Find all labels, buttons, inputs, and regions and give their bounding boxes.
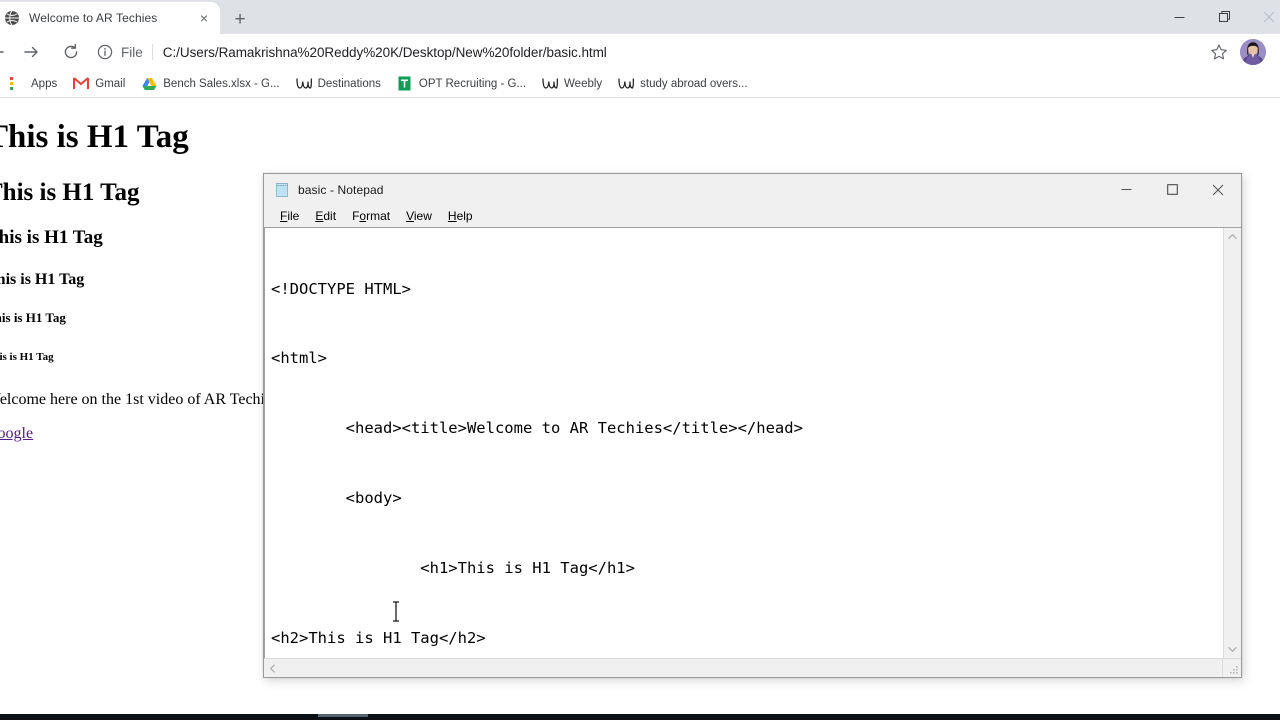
bookmark-item-destinations[interactable]: Destinations xyxy=(289,72,388,96)
browser-tab-active[interactable]: Welcome to AR Techies × xyxy=(0,2,220,34)
weebly-icon xyxy=(618,76,635,92)
page-info-icon[interactable] xyxy=(96,43,114,61)
url-text: C:/Users/Ramakrishna%20Reddy%20K/Desktop… xyxy=(162,44,607,60)
address-bar[interactable]: File C:/Users/Ramakrishna%20Reddy%20K/De… xyxy=(96,38,1198,66)
notepad-window-controls xyxy=(1103,174,1241,205)
bookmark-item-gmail[interactable]: Gmail xyxy=(66,72,132,96)
i-beam-cursor xyxy=(391,601,401,622)
url-scheme-label: File xyxy=(121,44,143,60)
notepad-title: basic - Notepad xyxy=(298,182,384,197)
globe-favicon xyxy=(4,10,20,26)
taskbar-active-indicator xyxy=(318,714,368,717)
code-line: <body> xyxy=(271,489,402,508)
menu-file[interactable]: File xyxy=(272,210,307,222)
bookmark-item-weebly[interactable]: Weebly xyxy=(535,72,609,96)
weebly-icon xyxy=(542,76,559,92)
profile-avatar[interactable] xyxy=(1240,39,1266,65)
notepad-horizontal-scrollbar[interactable] xyxy=(264,659,1223,677)
bookmark-item-bench-sales[interactable]: Bench Sales.xlsx - G... xyxy=(134,72,286,96)
browser-window-controls xyxy=(1156,0,1280,34)
omnibox-divider xyxy=(151,44,153,60)
taskbar-edge xyxy=(0,714,1280,720)
page-google-link[interactable]: Google xyxy=(0,425,33,443)
browser-restore-button[interactable] xyxy=(1202,1,1248,33)
notepad-title-bar[interactable]: basic - Notepad xyxy=(264,174,1241,205)
notepad-body: <!DOCTYPE HTML> <html> <head><title>Welc… xyxy=(264,227,1241,658)
back-arrow-icon[interactable] xyxy=(0,37,12,67)
notepad-text-area[interactable]: <!DOCTYPE HTML> <html> <head><title>Welc… xyxy=(265,228,1223,658)
notepad-window: basic - Notepad File Edit Format View He… xyxy=(263,173,1242,678)
forward-arrow-icon[interactable] xyxy=(16,37,46,67)
notepad-close-button[interactable] xyxy=(1195,174,1241,205)
notepad-minimize-button[interactable] xyxy=(1103,174,1149,205)
bookmarks-bar: Apps Gmail Bench Sales.xlsx - G... Desti… xyxy=(0,70,1280,98)
bookmark-item-study-abroad[interactable]: study abroad overs... xyxy=(611,72,754,96)
viewport-bottom-fill xyxy=(0,706,1280,714)
bookmark-star-icon[interactable] xyxy=(1204,37,1234,67)
menu-edit[interactable]: Edit xyxy=(307,210,344,222)
bookmark-item-opt-recruiting[interactable]: OPT Recruiting - G... xyxy=(390,72,533,96)
google-drive-icon xyxy=(141,76,157,92)
menu-format[interactable]: Format xyxy=(344,210,398,222)
page-heading-h1: This is H1 Tag xyxy=(0,119,189,155)
bookmark-label: study abroad overs... xyxy=(640,77,748,90)
bookmark-label: Gmail xyxy=(95,77,126,90)
code-line: <h1>This is H1 Tag</h1> xyxy=(271,559,635,578)
weebly-icon xyxy=(295,76,312,92)
apps-grid-icon xyxy=(9,76,25,92)
scroll-up-arrow-icon[interactable] xyxy=(1224,228,1241,245)
code-line: <head><title>Welcome to AR Techies</titl… xyxy=(271,419,803,438)
bookmark-label: OPT Recruiting - G... xyxy=(418,77,527,90)
notepad-vertical-scrollbar[interactable] xyxy=(1223,228,1241,658)
browser-tab-title: Welcome to AR Techies xyxy=(29,11,158,25)
bookmark-label: Destinations xyxy=(317,77,381,90)
tab-close-icon[interactable]: × xyxy=(194,8,214,28)
bookmark-label: Weebly xyxy=(564,77,603,90)
bookmark-item-apps[interactable]: Apps xyxy=(2,72,64,96)
new-tab-button[interactable]: + xyxy=(226,5,254,33)
gmail-icon xyxy=(73,76,90,92)
browser-toolbar: File C:/Users/Ramakrishna%20Reddy%20K/De… xyxy=(0,34,1280,70)
window-resize-grip[interactable] xyxy=(1223,659,1241,677)
browser-minimize-button[interactable] xyxy=(1156,1,1202,33)
scroll-down-arrow-icon[interactable] xyxy=(1224,641,1241,658)
scroll-left-arrow-icon[interactable] xyxy=(264,660,281,677)
code-line: <html> xyxy=(271,349,327,368)
bookmark-label: Apps xyxy=(31,77,58,90)
code-line: <h2>This is H1 Tag</h2> xyxy=(271,629,486,648)
code-line: <!DOCTYPE HTML> xyxy=(271,279,411,298)
google-sheets-icon xyxy=(397,76,413,92)
browser-tab-strip: Welcome to AR Techies × + xyxy=(0,0,1280,34)
notepad-icon xyxy=(274,182,290,198)
menu-view[interactable]: View xyxy=(398,210,440,222)
reload-icon[interactable] xyxy=(56,37,86,67)
notepad-maximize-button[interactable] xyxy=(1149,174,1195,205)
menu-help[interactable]: Help xyxy=(440,210,481,222)
notepad-horizontal-scrollbar-row xyxy=(264,658,1241,677)
screen-root: Welcome to AR Techies × + File C:/Users/… xyxy=(0,0,1280,720)
browser-close-button[interactable] xyxy=(1248,1,1280,33)
notepad-menu-bar: File Edit Format View Help xyxy=(264,205,1241,227)
bookmark-label: Bench Sales.xlsx - G... xyxy=(163,77,280,90)
